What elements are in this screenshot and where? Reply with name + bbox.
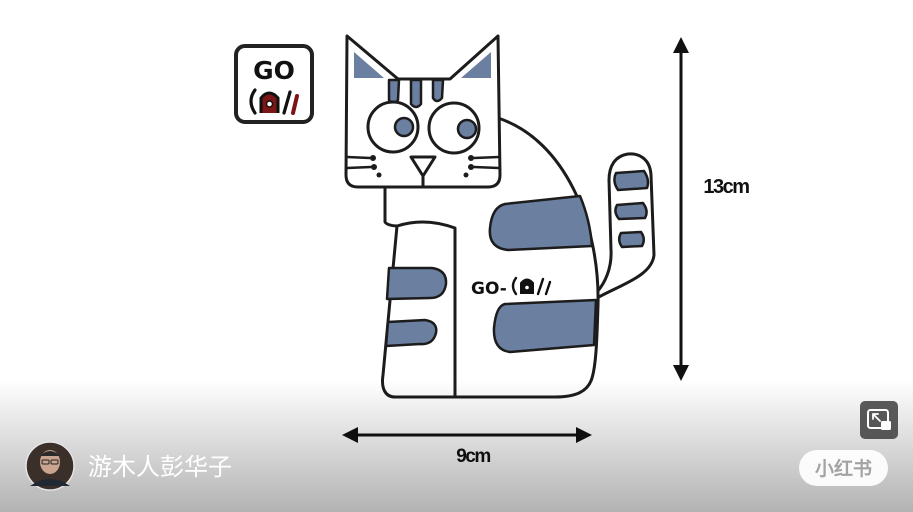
bottom-gradient-overlay [0,380,913,512]
go-logo: GO [234,44,314,124]
tail-stripe [618,230,645,249]
right-pupil [456,118,478,140]
tail-stripe [614,201,648,221]
forehead-stripe [431,78,445,103]
xiaohongshu-watermark: 小红书 [799,450,888,486]
body-stripe [492,298,598,354]
body-stripe [488,194,594,252]
leg-stripe [384,318,438,348]
author-username[interactable]: 游木人彭华子 [88,453,232,481]
watermark-text: 小红书 [815,457,872,480]
pip-button[interactable] [860,401,898,439]
avatar[interactable] [25,441,75,491]
tail-stripe [613,169,650,192]
video-frame: GO GO- 13cm 游木人彭华子 小红书 [0,0,913,512]
body-label-text: GO- [471,279,507,299]
leg-stripe [385,266,448,301]
left-pupil [393,116,415,138]
height-label: 13cm [703,176,749,198]
logo-text: GO [253,56,295,85]
forehead-stripe [387,78,401,105]
forehead-stripe [409,78,423,109]
